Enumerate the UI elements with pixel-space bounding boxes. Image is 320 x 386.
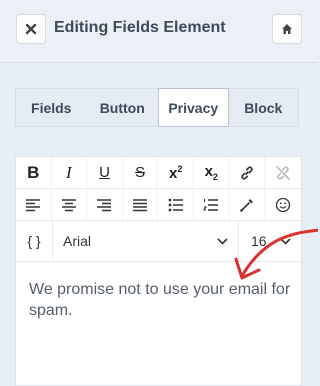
link-button[interactable] [230,157,266,188]
font-family-select[interactable]: Arial [53,221,239,261]
strikethrough-icon: S [135,164,146,181]
superscript-button[interactable]: x2 [158,157,194,188]
tab-privacy[interactable]: Privacy [157,88,229,127]
code-view-button[interactable]: { } [16,221,53,261]
emoji-icon [275,197,291,212]
close-icon [25,23,37,35]
color-picker-button[interactable] [230,189,266,220]
font-size-select[interactable]: 16 [239,221,301,261]
align-right-icon [97,198,112,211]
unlink-icon [276,165,290,180]
chevron-down-icon [217,237,228,245]
align-justify-button[interactable] [123,189,159,220]
chevron-down-icon [280,237,291,245]
toolbar-row-formatting: B I U S x2 x2 [16,157,301,189]
align-justify-icon [133,198,148,211]
font-family-value: Arial [63,233,92,249]
numbered-list-button[interactable] [194,189,230,220]
subscript-icon: x2 [204,163,218,182]
align-center-icon [61,198,76,211]
align-left-button[interactable] [16,189,52,220]
tab-fields[interactable]: Fields [16,89,87,126]
bullet-list-icon [168,198,183,211]
align-left-icon [26,198,41,211]
underline-button[interactable]: U [87,157,123,188]
bullet-list-button[interactable] [158,189,194,220]
font-size-value: 16 [251,233,267,249]
home-button[interactable] [272,14,302,44]
close-button[interactable] [16,14,46,44]
rich-text-editor: B I U S x2 x2 {} Arial 16 We promise no… [15,156,302,386]
underline-icon: U [99,164,110,181]
bold-button[interactable]: B [16,157,52,188]
subscript-button[interactable]: x2 [194,157,230,188]
italic-icon: I [66,162,72,182]
link-icon [241,166,253,179]
align-center-button[interactable] [52,189,88,220]
bold-icon: B [27,162,40,182]
emoji-button[interactable] [265,189,301,220]
home-icon [282,24,292,34]
tab-button[interactable]: Button [87,89,158,126]
color-picker-icon [239,198,253,212]
align-right-button[interactable] [87,189,123,220]
tab-block[interactable]: Block [229,89,299,126]
editor-content[interactable]: We promise not to use your email for spa… [29,279,291,321]
settings-tabs: Fields Button Privacy Block [15,88,299,127]
unlink-button[interactable] [265,157,301,188]
italic-button[interactable]: I [52,157,88,188]
strikethrough-button[interactable]: S [123,157,159,188]
font-controls-row: { } Arial 16 [16,221,301,262]
superscript-icon: x2 [168,163,183,182]
panel-header: Editing Fields Element [0,0,318,63]
toolbar-row-paragraph [16,189,301,221]
numbered-list-icon [203,198,219,211]
panel-title: Editing Fields Element [54,19,226,36]
